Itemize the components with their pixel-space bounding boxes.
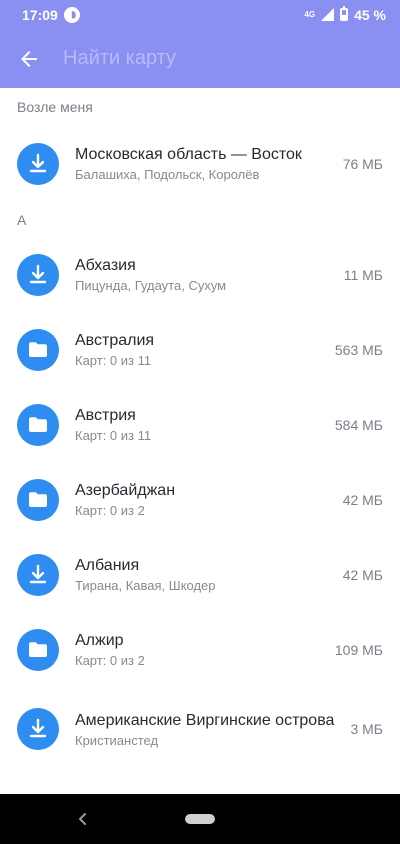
list-item-size: 3 МБ [350, 721, 383, 737]
status-time-group: 17:09 [22, 6, 80, 23]
status-indicators: 4G 45 % [304, 6, 386, 23]
list-item-subtitle: Карт: 0 из 11 [75, 353, 152, 368]
list-item[interactable]: Московская область — Восток Балашиха, По… [0, 126, 400, 201]
folder-icon[interactable] [17, 403, 59, 446]
list-item-subtitle: Балашиха, Подольск, Королёв [75, 167, 260, 182]
download-icon[interactable] [17, 708, 59, 750]
list-item-size: 584 МБ [334, 416, 383, 433]
folder-icon-glyph [29, 491, 47, 507]
list-item-title: Азербайджан [75, 482, 176, 499]
list-item-subtitle: Карт: 0 из 11 [75, 428, 152, 443]
download-icon-glyph [29, 264, 47, 283]
folder-icon[interactable] [17, 478, 59, 521]
list-item-size: 11 МБ [343, 266, 383, 283]
folder-icon[interactable] [17, 628, 59, 671]
folder-icon[interactable] [17, 328, 59, 371]
list-item-title: Московская область — Восток [75, 146, 302, 163]
list-item-size: 76 МБ [342, 155, 383, 172]
list-item-subtitle: Кристианстед [75, 732, 159, 748]
nav-home-pill[interactable] [185, 814, 215, 824]
toolbar [0, 29, 400, 88]
list-item-text: Албания Тирана, Кавая, Шкодер [75, 556, 333, 593]
search-input[interactable] [63, 38, 400, 79]
download-icon[interactable] [17, 553, 59, 596]
list-item[interactable]: Американские Виргинские острова Кристиан… [0, 687, 400, 771]
network-type-label: 4G [304, 9, 316, 19]
app-notification-icon [63, 6, 80, 23]
list-item-text: Абхазия Пицунда, Гудаута, Сухум [75, 256, 334, 293]
list-item[interactable]: Алжир Карт: 0 из 2 109 МБ [0, 612, 400, 687]
list-item-title: Абхазия [75, 257, 136, 274]
section-header-nearby: Возле меня [17, 99, 93, 115]
list-item-title: Американские Виргинские острова [75, 711, 335, 729]
list-item-subtitle: Карт: 0 из 2 [75, 653, 145, 668]
list-item[interactable]: Австрия Карт: 0 из 11 584 МБ [0, 387, 400, 462]
battery-icon [340, 6, 349, 21]
arrow-back-icon [21, 50, 37, 67]
section-header-a: А [17, 212, 27, 228]
list-item-title: Австрия [75, 407, 136, 424]
list-item[interactable]: Абхазия Пицунда, Гудаута, Сухум 11 МБ [0, 237, 400, 312]
system-nav-bar [0, 794, 400, 844]
list-item[interactable]: Австралия Карт: 0 из 11 563 МБ [0, 312, 400, 387]
list-item-size: 42 МБ [342, 491, 383, 508]
battery-level: 45 % [354, 6, 386, 23]
download-icon-glyph [29, 564, 47, 583]
list-item-size: 109 МБ [334, 641, 383, 658]
map-list: Возле меня Московская область — Восток Б… [0, 88, 400, 771]
list-item-size: 42 МБ [342, 566, 383, 583]
list-item[interactable]: Азербайджан Карт: 0 из 2 42 МБ [0, 462, 400, 537]
folder-icon-glyph [29, 641, 47, 657]
list-item-title: Албания [75, 557, 140, 574]
list-item[interactable]: Албания Тирана, Кавая, Шкодер 42 МБ [0, 537, 400, 612]
network-type-icon: 4G [304, 9, 316, 19]
status-bar: 17:09 4G 45 % [0, 0, 400, 29]
list-item-size: 563 МБ [334, 341, 383, 358]
folder-icon-glyph [29, 416, 47, 432]
screen: 17:09 4G 45 % Возле меня [0, 0, 400, 844]
back-button[interactable] [1, 29, 57, 88]
nav-back-icon[interactable] [76, 811, 90, 827]
list-item-text: Алжир Карт: 0 из 2 [75, 631, 325, 668]
list-item-text: Московская область — Восток Балашиха, По… [75, 145, 333, 182]
list-item-title: Австралия [75, 332, 155, 349]
download-icon-glyph [29, 718, 47, 738]
list-item-subtitle: Карт: 0 из 2 [75, 503, 145, 518]
list-item-text: Американские Виргинские острова Кристиан… [75, 711, 340, 748]
status-time: 17:09 [22, 6, 58, 23]
download-icon[interactable] [17, 142, 59, 185]
folder-icon-glyph [29, 341, 47, 357]
list-item-subtitle: Пицунда, Гудаута, Сухум [75, 278, 227, 293]
signal-icon [321, 8, 335, 21]
list-item-title: Алжир [75, 632, 124, 649]
list-item-text: Австралия Карт: 0 из 11 [75, 331, 325, 368]
list-item-text: Австрия Карт: 0 из 11 [75, 406, 325, 443]
download-icon-glyph [29, 153, 47, 172]
download-icon[interactable] [17, 253, 59, 296]
list-item-subtitle: Тирана, Кавая, Шкодер [75, 578, 216, 593]
list-item-text: Азербайджан Карт: 0 из 2 [75, 481, 333, 518]
